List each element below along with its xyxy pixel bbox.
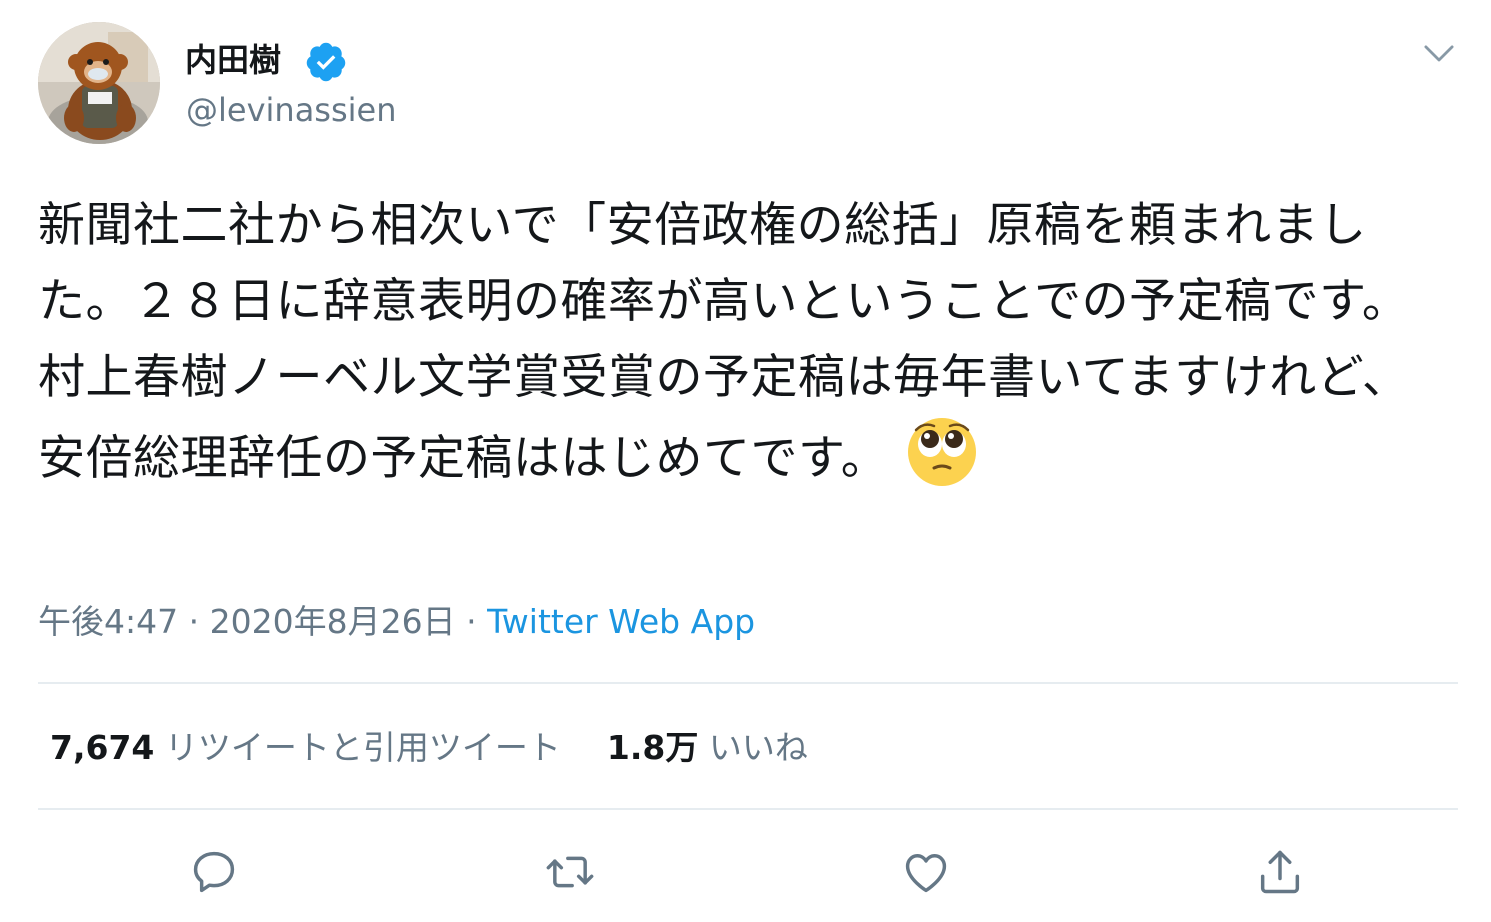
retweets-label: リツイートと引用ツイート <box>164 728 561 767</box>
tweet-date[interactable]: 2020年8月26日 <box>210 602 456 641</box>
chevron-down-icon[interactable] <box>1418 32 1460 74</box>
tweet-meta: 午後4:47 · 2020年8月26日 · Twitter Web App <box>38 596 755 648</box>
likes-stat[interactable]: 1.8万 いいね <box>607 722 808 774</box>
reply-icon[interactable] <box>188 846 240 898</box>
retweets-count: 7,674 <box>50 728 155 767</box>
pleading-face-emoji-icon <box>908 418 977 486</box>
likes-label: いいね <box>708 728 808 767</box>
share-icon[interactable] <box>1254 846 1306 898</box>
divider <box>38 808 1458 810</box>
meta-separator: · <box>466 602 477 641</box>
meta-separator: · <box>188 602 200 641</box>
tweet-text: 新聞社二社から相次いで「安倍政権の総括」原稿を頼まれました。２８日に辞意表明の確… <box>38 188 1438 497</box>
like-icon[interactable] <box>900 846 952 898</box>
likes-count: 1.8万 <box>606 728 699 767</box>
avatar[interactable] <box>38 22 160 144</box>
user-handle[interactable]: @levinassien <box>186 88 397 132</box>
tweet-time[interactable]: 午後4:47 <box>38 602 178 641</box>
retweet-icon[interactable] <box>544 846 596 898</box>
display-name[interactable]: 内田樹 <box>185 38 281 82</box>
avatar-image <box>38 22 160 144</box>
tweet-stats: 7,674 リツイートと引用ツイート 1.8万 いいね <box>50 722 808 774</box>
retweets-stat[interactable]: 7,674 リツイートと引用ツイート <box>50 722 561 774</box>
tweet-source-link[interactable]: Twitter Web App <box>487 602 755 641</box>
divider <box>38 682 1458 684</box>
tweet-card: 内田樹 @levinassien 新聞社二社から相次いで「安倍政権の総括」原稿を… <box>0 0 1491 922</box>
verified-badge-icon <box>306 42 346 82</box>
tweet-text-body: 新聞社二社から相次いで「安倍政権の総括」原稿を頼まれました。２８日に辞意表明の確… <box>38 198 1410 486</box>
